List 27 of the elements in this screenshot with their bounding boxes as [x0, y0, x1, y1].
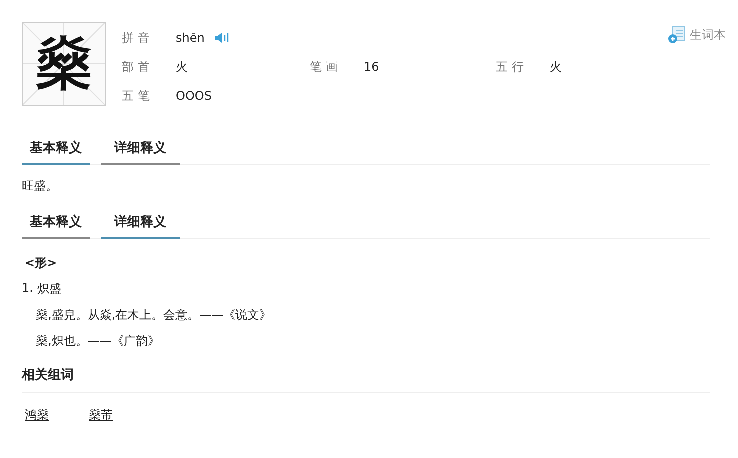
- word-link[interactable]: 燊芾: [89, 407, 113, 424]
- field-value: shēn: [176, 31, 205, 45]
- sense-number: 1.: [22, 281, 34, 297]
- tab[interactable]: 详细释义: [101, 134, 180, 165]
- field-value: 火: [176, 58, 188, 76]
- wordbook-button[interactable]: 生词本: [668, 26, 726, 44]
- field-label: 五笔: [122, 88, 155, 104]
- field-label: 拼音: [122, 30, 155, 46]
- tab[interactable]: 基本释义: [22, 134, 90, 165]
- word-link[interactable]: 鸿燊: [25, 407, 49, 424]
- field-label: 部首: [122, 58, 155, 76]
- field-value: 16: [364, 60, 380, 74]
- section-title: 相关组词: [22, 366, 710, 393]
- citation-text: 燊,盛皃。从焱,在木上。会意。——《说文》: [35, 307, 273, 324]
- notebook-icon: [668, 26, 686, 44]
- definition-text: 旺盛。: [22, 178, 59, 195]
- citation-text: 燊,炽也。——《广韵》: [35, 333, 161, 350]
- speaker-icon[interactable]: [214, 32, 229, 44]
- tab[interactable]: 基本释义: [22, 208, 90, 239]
- sense-meaning: 炽盛: [37, 281, 62, 298]
- field-label: 五行: [496, 58, 529, 76]
- character: 燊: [36, 36, 92, 92]
- field-value: OOOS: [176, 89, 212, 103]
- part-of-speech: <形>: [24, 255, 58, 272]
- field-label: 笔画: [310, 58, 343, 76]
- tab[interactable]: 详细释义: [101, 208, 180, 239]
- field-value: 火: [550, 58, 562, 76]
